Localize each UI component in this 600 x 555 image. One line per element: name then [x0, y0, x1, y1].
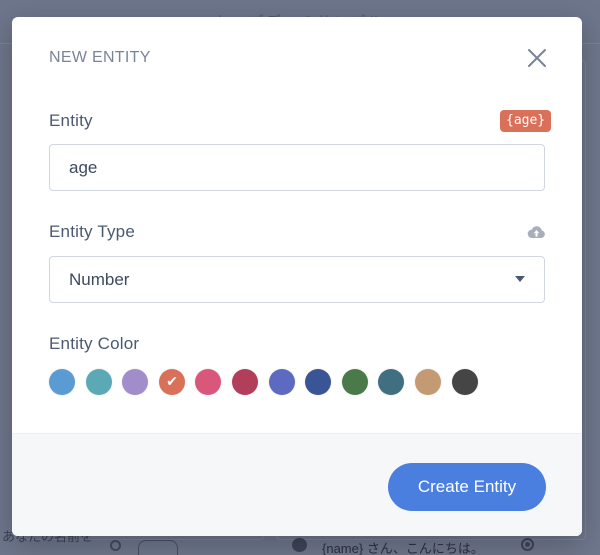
background-radio-icon — [110, 540, 121, 551]
entity-label: Entity — [49, 111, 93, 130]
background-radio-selected-icon — [521, 538, 534, 551]
cloud-upload-icon[interactable] — [527, 224, 546, 240]
color-swatch[interactable] — [232, 369, 258, 395]
entity-color-label: Entity Color — [49, 334, 140, 353]
checkmark-icon: ✔ — [166, 374, 178, 390]
new-entity-modal: NEW ENTITY Entity {age} Entity Type Numb… — [12, 17, 582, 536]
color-swatch[interactable] — [342, 369, 368, 395]
entity-tag-badge: {age} — [500, 110, 552, 132]
create-entity-button[interactable]: Create Entity — [388, 463, 546, 511]
color-swatch[interactable] — [195, 369, 221, 395]
color-swatch[interactable] — [269, 369, 295, 395]
entity-type-selected-value: Number — [69, 270, 130, 289]
color-swatch[interactable] — [86, 369, 112, 395]
close-icon[interactable] — [524, 45, 550, 71]
entity-name-input[interactable] — [49, 144, 545, 191]
chevron-down-icon — [515, 276, 525, 282]
modal-footer: Create Entity — [12, 433, 582, 536]
color-swatch[interactable] — [415, 369, 441, 395]
modal-title: NEW ENTITY — [49, 49, 151, 66]
color-swatch[interactable] — [305, 369, 331, 395]
color-swatch[interactable] — [452, 369, 478, 395]
color-swatch[interactable] — [122, 369, 148, 395]
color-swatch[interactable]: ✔ — [159, 369, 185, 395]
color-swatch[interactable] — [49, 369, 75, 395]
color-swatch[interactable] — [378, 369, 404, 395]
background-box — [138, 540, 178, 555]
background-right-snippet: {name} さん、こんにちは。 — [322, 541, 484, 555]
entity-type-select[interactable]: Number — [49, 256, 545, 303]
chat-bubble-icon — [292, 538, 307, 552]
entity-type-label: Entity Type — [49, 222, 135, 241]
